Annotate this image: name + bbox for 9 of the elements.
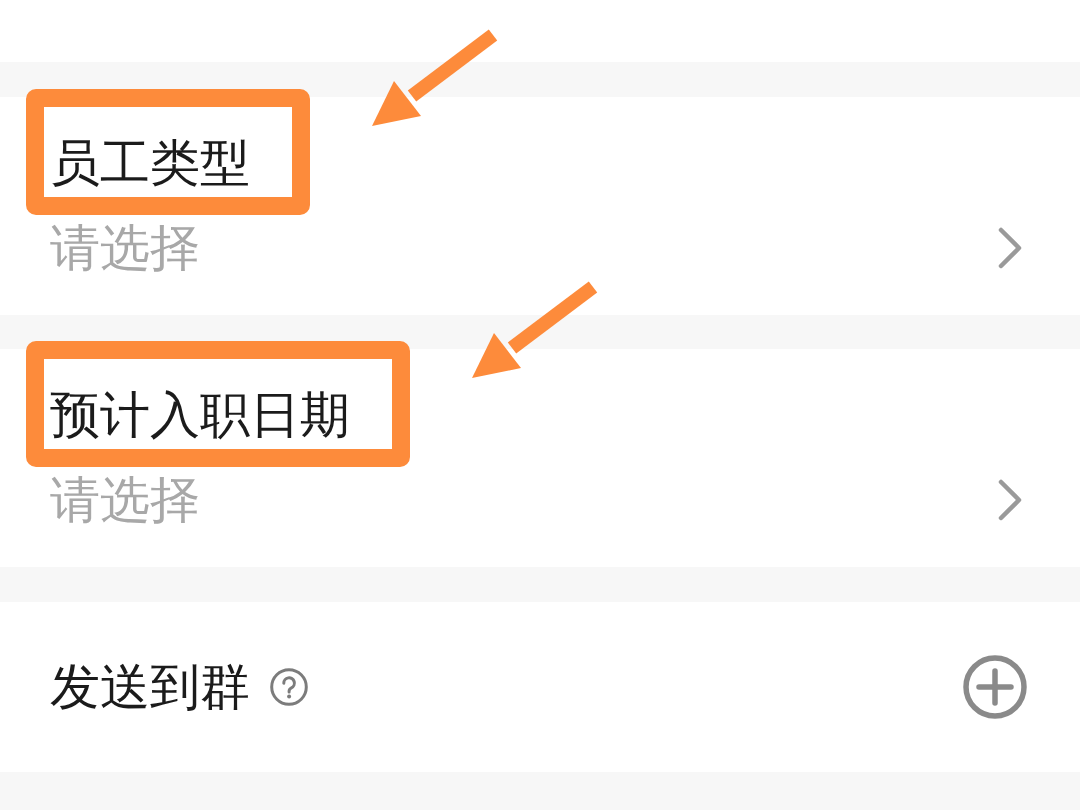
add-icon[interactable] — [963, 655, 1027, 719]
field-label: 预计入职日期 — [50, 385, 350, 445]
chevron-right-icon — [998, 227, 1022, 269]
field-label: 员工类型 — [50, 133, 250, 193]
help-icon[interactable] — [270, 668, 308, 706]
chevron-right-icon — [998, 479, 1022, 521]
field-label: 发送到群 — [50, 657, 250, 717]
select-field[interactable]: 请选择 — [50, 470, 1022, 530]
select-field[interactable]: 请选择 — [50, 218, 1022, 278]
